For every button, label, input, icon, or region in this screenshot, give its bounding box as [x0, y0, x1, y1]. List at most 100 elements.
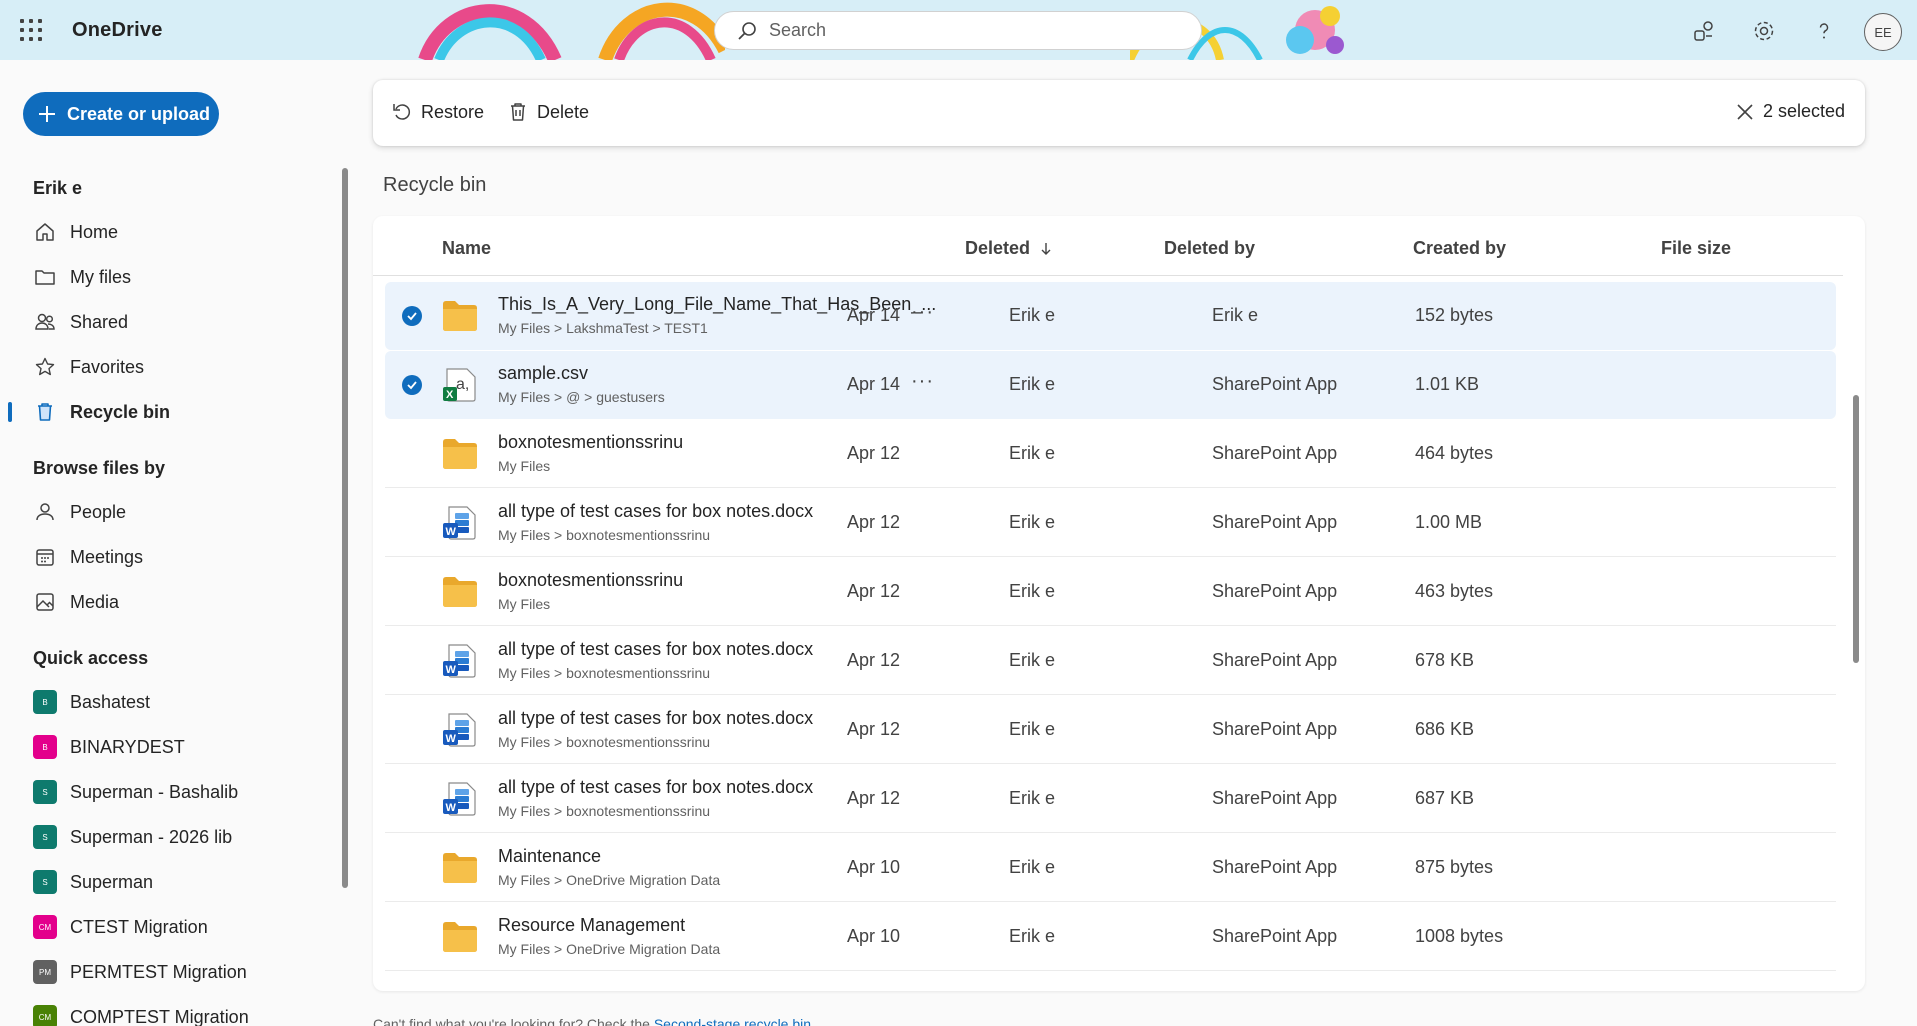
browse-section-heading: Browse files by	[33, 458, 166, 478]
svg-text:W: W	[446, 526, 457, 538]
nav-my-files[interactable]: My files	[0, 257, 330, 297]
file-size: 464 bytes	[1415, 443, 1494, 463]
sidebar-scrollbar[interactable]	[342, 168, 348, 888]
quick-access-item[interactable]: CM CTEST Migration	[0, 907, 330, 947]
delete-button[interactable]: Delete	[507, 101, 589, 123]
share-settings-icon[interactable]	[1690, 17, 1718, 45]
avatar[interactable]: EE	[1864, 13, 1902, 51]
home-icon	[33, 220, 57, 244]
column-header-name[interactable]: Name	[442, 238, 491, 259]
nav-recycle-bin-label: Recycle bin	[70, 401, 171, 422]
table-row[interactable]: Wall type of test cases for box notes.do…	[385, 696, 1836, 764]
file-name[interactable]: boxnotesmentionssrinu	[498, 432, 683, 453]
deleted-by: Erik e	[1009, 926, 1056, 946]
trash-icon	[33, 400, 57, 424]
created-by: SharePoint App	[1212, 719, 1338, 739]
created-by: SharePoint App	[1212, 512, 1338, 532]
created-by: SharePoint App	[1212, 926, 1338, 946]
library-badge: S	[33, 870, 57, 894]
table-row[interactable]: boxnotesmentionssrinu My Files Apr 12 Erik …	[385, 420, 1836, 488]
column-header-created-by[interactable]: Created by	[1413, 238, 1506, 259]
file-size: 1008 bytes	[1415, 926, 1504, 946]
column-header-deleted-by[interactable]: Deleted by	[1164, 238, 1255, 259]
file-path: My Files > LakshmaTest > TEST1	[498, 320, 708, 336]
nav-favorites-label: Favorites	[70, 356, 145, 377]
file-name[interactable]: all type of test cases for box notes.doc…	[498, 777, 813, 798]
nav-recycle-bin[interactable]: Recycle bin	[0, 392, 330, 432]
selection-count: 2 selected	[1763, 101, 1846, 121]
nav-meetings[interactable]: Meetings	[0, 537, 330, 577]
table-row[interactable]: Wall type of test cases for box notes.do…	[385, 765, 1836, 833]
word-file-icon: W	[441, 505, 479, 541]
header-decoration	[418, 2, 725, 60]
person-icon	[33, 500, 57, 524]
svg-text:W: W	[446, 664, 457, 676]
table-row[interactable]: This_Is_A_Very_Long_File_Name_That_Has_B…	[385, 282, 1836, 350]
second-stage-recycle-bin-link[interactable]: Second-stage recycle bin	[654, 1016, 811, 1026]
file-path: My Files > OneDrive Migration Data	[498, 941, 721, 957]
calendar-icon	[33, 545, 57, 569]
quick-access-item[interactable]: S Superman - Bashalib	[0, 772, 330, 812]
restore-button[interactable]: Restore	[391, 101, 484, 123]
file-path: My Files > boxnotesmentionssrinu	[498, 734, 711, 750]
file-name[interactable]: boxnotesmentionssrinu	[498, 570, 683, 591]
more-options-icon[interactable]: ···	[911, 370, 934, 393]
footer-note: Can't find what you're looking for? Chec…	[373, 1016, 811, 1026]
checkmark-icon[interactable]	[402, 375, 422, 395]
file-size: 152 bytes	[1415, 305, 1494, 325]
nav-home-label: Home	[70, 221, 119, 242]
star-icon	[33, 355, 57, 379]
clear-selection-button[interactable]: 2 selected	[1735, 101, 1845, 122]
table-row[interactable]: Wall type of test cases for box notes.do…	[385, 627, 1836, 695]
active-indicator	[8, 402, 12, 422]
column-header-file-size[interactable]: File size	[1661, 238, 1731, 259]
library-badge: B	[33, 735, 57, 759]
quick-access-item[interactable]: S Superman - 2026 lib	[0, 817, 330, 857]
deleted-date: Apr 12	[847, 788, 901, 808]
list-scrollbar[interactable]	[1853, 395, 1859, 663]
gear-icon[interactable]	[1750, 17, 1778, 45]
help-icon[interactable]	[1810, 17, 1838, 45]
file-list: Name Deleted Deleted by Created by File …	[373, 216, 1865, 991]
quick-access-item[interactable]: CM COMPTEST Migration	[0, 997, 330, 1026]
file-name[interactable]: Resource Management	[498, 915, 685, 936]
more-options-icon[interactable]: ···	[911, 301, 934, 324]
nav-people[interactable]: People	[0, 492, 330, 532]
column-header-deleted[interactable]: Deleted	[965, 238, 1052, 259]
file-name[interactable]: all type of test cases for box notes.doc…	[498, 501, 813, 522]
file-name[interactable]: Maintenance	[498, 846, 601, 867]
table-row[interactable]: Wall type of test cases for box notes.do…	[385, 489, 1836, 557]
create-or-upload-button[interactable]: Create or upload	[23, 92, 219, 136]
nav-media[interactable]: Media	[0, 582, 330, 622]
table-row[interactable]: a, Xsample.csv My Files > @ > guestusers ··…	[385, 351, 1836, 419]
file-name[interactable]: all type of test cases for box notes.doc…	[498, 708, 813, 729]
table-row[interactable]: boxnotesmentionssrinu My Files Apr 12 Erik …	[385, 558, 1836, 626]
file-size: 1.00 MB	[1415, 512, 1483, 532]
deleted-by: Erik e	[1009, 650, 1056, 670]
app-title[interactable]: OneDrive	[72, 19, 163, 42]
quick-access-item[interactable]: PM PERMTEST Migration	[0, 952, 330, 992]
quick-access-item[interactable]: S Superman	[0, 862, 330, 902]
app-launcher-icon[interactable]	[20, 19, 42, 41]
table-row[interactable]: Resource Management My Files > OneDrive M…	[385, 903, 1836, 971]
create-or-upload-label: Create or upload	[67, 103, 211, 124]
deleted-date: Apr 14	[847, 305, 901, 325]
nav-home[interactable]: Home	[0, 212, 330, 252]
quick-access-item[interactable]: B Bashatest	[0, 682, 330, 722]
file-name[interactable]: sample.csv	[498, 363, 588, 384]
file-name[interactable]: all type of test cases for box notes.doc…	[498, 639, 813, 660]
checkmark-icon[interactable]	[402, 306, 422, 326]
nav-favorites[interactable]: Favorites	[0, 347, 330, 387]
file-size: 678 KB	[1415, 650, 1475, 670]
nav-shared[interactable]: Shared	[0, 302, 330, 342]
library-badge: S	[33, 825, 57, 849]
svg-text:X: X	[446, 389, 454, 401]
restore-label: Restore	[421, 101, 485, 122]
file-size: 463 bytes	[1415, 581, 1494, 601]
created-by: SharePoint App	[1212, 857, 1338, 877]
library-badge: CM	[33, 1005, 57, 1026]
quick-access-item[interactable]: B BINARYDEST	[0, 727, 330, 767]
search-box[interactable]: Search	[714, 11, 1202, 50]
table-row[interactable]: Maintenance My Files > OneDrive Migration…	[385, 834, 1836, 902]
deleted-by: Erik e	[1009, 788, 1056, 808]
